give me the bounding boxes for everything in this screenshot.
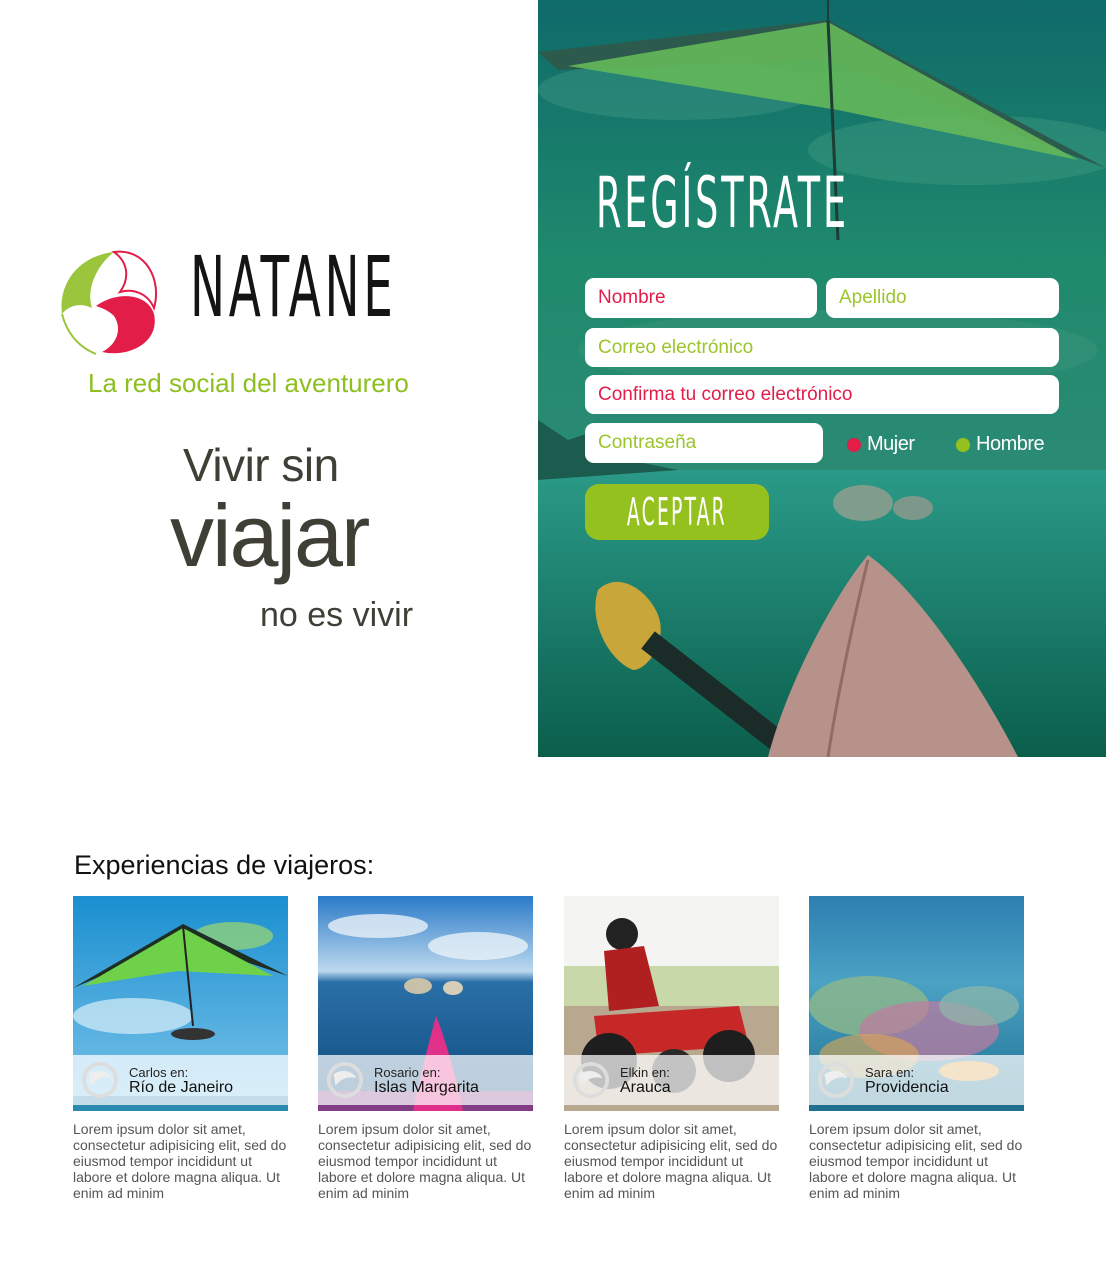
gender-female-label: Mujer	[867, 433, 915, 455]
caption-strip: Elkin en: Arauca	[564, 1055, 779, 1105]
slogan-line-2: viajar	[170, 486, 370, 585]
experience-description: Lorem ipsum dolor sit amet, consectetur …	[73, 1121, 287, 1201]
experience-card[interactable]: Carlos en: Río de Janeiro Lorem ipsum do…	[73, 896, 288, 1201]
natane-small-logo-icon	[817, 1061, 855, 1099]
caption-strip: Carlos en: Río de Janeiro	[73, 1055, 288, 1105]
traveler-name: Sara en:	[865, 1065, 915, 1080]
natane-small-logo-icon	[326, 1061, 364, 1099]
travel-place: Río de Janeiro	[129, 1079, 234, 1096]
hang-glider-photo: Carlos en: Río de Janeiro	[73, 896, 288, 1111]
experience-card[interactable]: Rosario en: Islas Margarita Lorem ipsum …	[318, 896, 533, 1201]
slogan-line-3: no es vivir	[260, 596, 414, 634]
travel-place: Providencia	[865, 1079, 949, 1096]
last-name-input[interactable]	[826, 278, 1059, 318]
experience-description: Lorem ipsum dolor sit amet, consectetur …	[809, 1121, 1023, 1201]
caption-strip: Sara en: Providencia	[809, 1055, 1024, 1105]
gender-male-option[interactable]: Hombre	[956, 433, 1045, 456]
natane-small-logo-icon	[572, 1061, 610, 1099]
natane-small-logo-icon	[81, 1061, 119, 1099]
traveler-name: Carlos en:	[129, 1065, 189, 1080]
brand-name: NATANE	[190, 238, 397, 336]
gender-male-label: Hombre	[976, 433, 1045, 455]
first-name-input[interactable]	[585, 278, 817, 318]
confirm-email-input[interactable]	[585, 375, 1059, 414]
traveler-name: Elkin en:	[620, 1065, 670, 1080]
experience-description: Lorem ipsum dolor sit amet, consectetur …	[318, 1121, 532, 1201]
traveler-name: Rosario en:	[374, 1065, 441, 1080]
experience-description: Lorem ipsum dolor sit amet, consectetur …	[564, 1121, 778, 1201]
coral-reef-photo: Sara en: Providencia	[809, 896, 1024, 1111]
travel-place: Islas Margarita	[374, 1079, 479, 1096]
accept-button-label: ACEPTAR	[626, 490, 728, 534]
travel-place: Arauca	[620, 1079, 671, 1096]
register-title: REGÍSTRATE	[596, 162, 849, 244]
password-input[interactable]	[585, 423, 823, 463]
gender-female-option[interactable]: Mujer	[847, 433, 915, 456]
accept-button[interactable]: ACEPTAR	[585, 484, 769, 540]
caption-strip: Rosario en: Islas Margarita	[318, 1055, 533, 1105]
slogan-line-1: Vivir sin	[183, 439, 339, 491]
email-input[interactable]	[585, 328, 1059, 367]
male-radio-dot-icon	[956, 437, 970, 452]
kayak-lake-photo: Rosario en: Islas Margarita	[318, 896, 533, 1111]
female-radio-dot-icon	[847, 437, 861, 452]
natane-logo-icon	[61, 250, 157, 355]
quad-bike-photo: Elkin en: Arauca	[564, 896, 779, 1111]
experience-card[interactable]: Sara en: Providencia Lorem ipsum dolor s…	[809, 896, 1024, 1201]
register-panel: REGÍSTRATE Mujer Hombre ACEPTAR	[538, 0, 1106, 757]
brand-tagline: La red social del aventurero	[88, 368, 409, 398]
experience-card[interactable]: Elkin en: Arauca Lorem ipsum dolor sit a…	[564, 896, 779, 1201]
experiences-title: Experiencias de viajeros:	[74, 850, 375, 880]
